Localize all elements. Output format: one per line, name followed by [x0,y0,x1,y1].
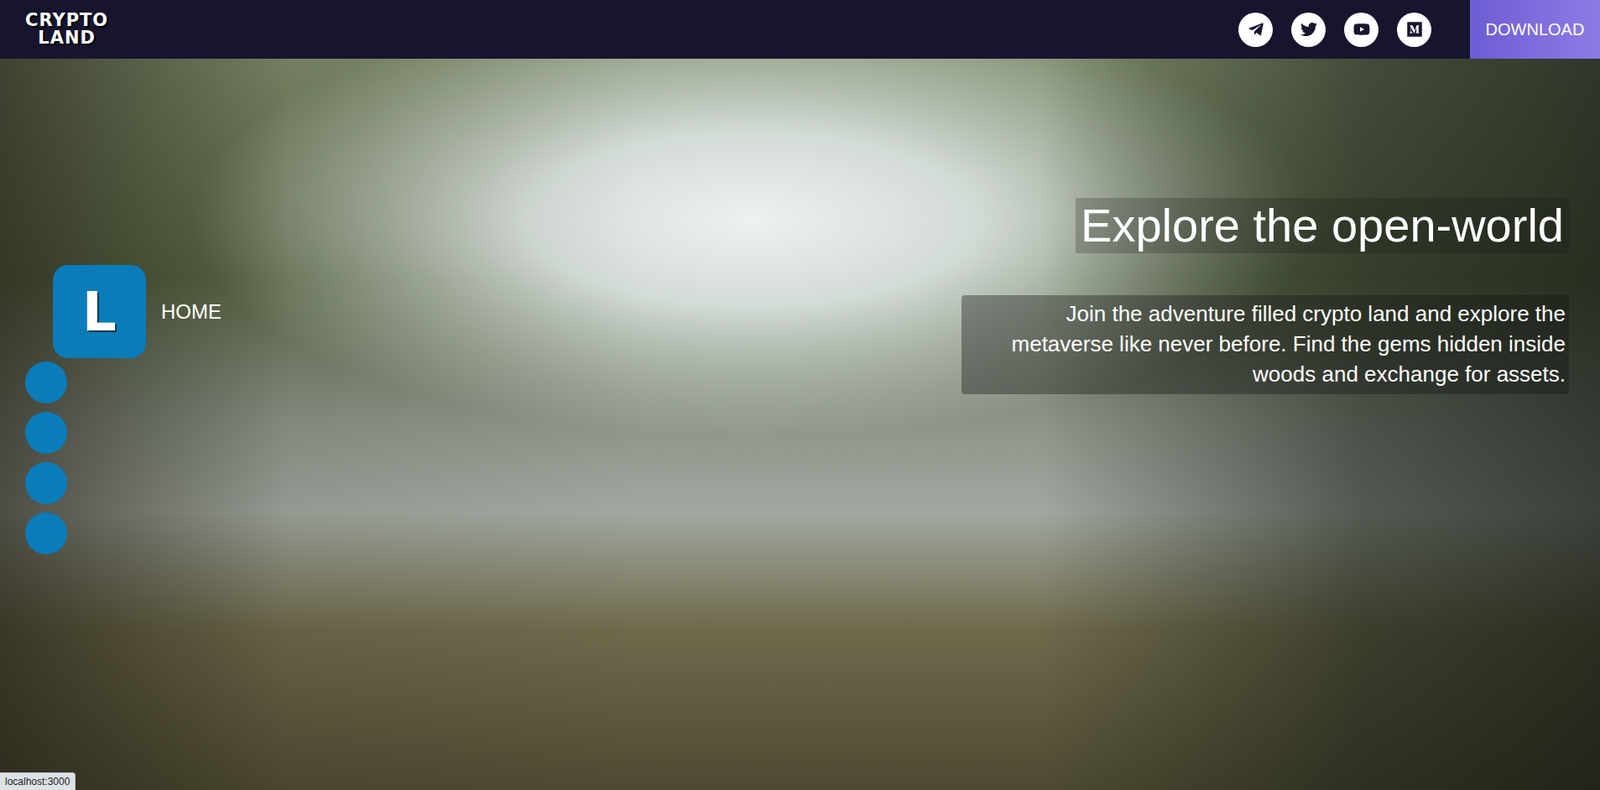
social-links [1238,12,1432,47]
nav-dot [25,411,68,454]
status-bar: localhost:3000 [0,772,76,790]
side-nav: L HOME [0,58,222,790]
nav-dot [25,361,68,404]
logo-text: CRYPTO [25,11,109,30]
side-nav-item[interactable] [25,411,68,454]
side-nav-item[interactable] [25,512,68,555]
top-bar: CRYPTOLAND DOWNLOAD [0,0,1600,59]
nav-dot [25,512,68,555]
medium-icon[interactable] [1396,12,1432,47]
page: CRYPTOLAND DOWNLOAD L HOME Explore the open-… [0,0,1600,790]
telegram-icon[interactable] [1238,12,1273,47]
side-nav-item[interactable] [25,361,68,404]
nav-dot [25,462,68,505]
telegram-icon [1247,20,1265,38]
hero: L HOME Explore the open-world Join the adve… [0,58,1600,790]
hero-text: Explore the open-world Join the adventure… [961,58,1600,790]
nav-label: HOME [161,300,222,324]
medium-icon [1406,20,1423,38]
twitter-icon[interactable] [1291,12,1326,47]
youtube-icon [1353,20,1371,38]
download-button[interactable]: DOWNLOAD [1469,0,1600,59]
hero-title: Explore the open-world [1075,198,1569,254]
youtube-icon[interactable] [1344,12,1379,47]
twitter-icon [1300,20,1318,38]
logo-text: LAND [37,29,96,47]
home-icon: L [52,265,146,359]
side-nav-item[interactable] [25,462,68,505]
side-nav-item[interactable]: L HOME [52,265,222,359]
logo[interactable]: CRYPTOLAND [25,11,109,47]
hero-description: Join the adventure filled crypto land an… [961,295,1569,395]
